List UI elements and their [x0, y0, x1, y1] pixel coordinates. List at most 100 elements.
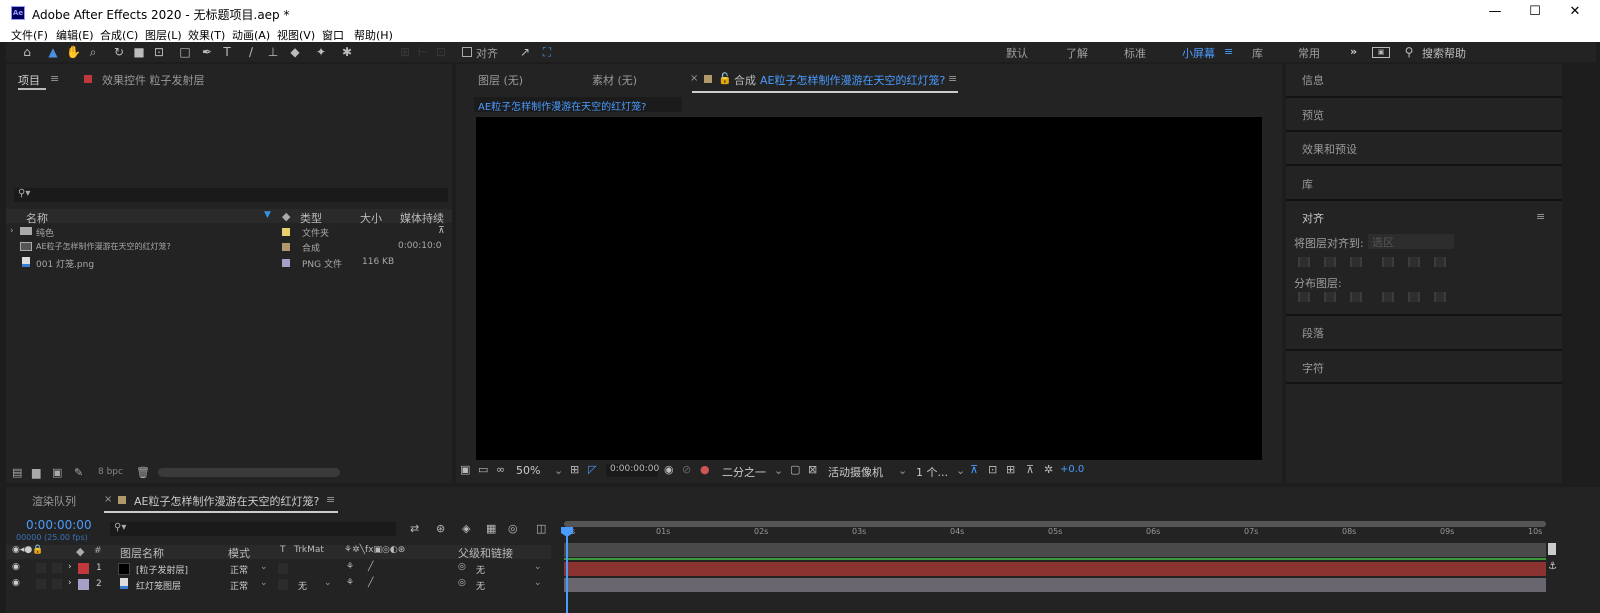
pan-behind-tool-icon[interactable]: ⊡	[152, 45, 166, 59]
preserve-transparency-toggle[interactable]	[278, 563, 288, 574]
panel-character[interactable]: 字符	[1302, 360, 1324, 376]
roto-brush-tool-icon[interactable]: ✦	[314, 45, 328, 59]
workspace-common[interactable]: 常用	[1298, 45, 1320, 61]
snapshot-icon[interactable]: ◉	[664, 463, 674, 476]
resolution-select[interactable]: 二分之一	[722, 464, 766, 480]
close-button[interactable]: ✕	[1560, 4, 1590, 22]
comp-mini-flowchart-icon[interactable]: ⇄	[410, 522, 419, 535]
project-item-row[interactable]: AE粒子怎样制作漫游在天空的红灯笼? 合成 0:00:10:0	[6, 241, 452, 255]
timeline-current-time[interactable]: 0:00:00:00	[26, 518, 92, 532]
tab-composition[interactable]: AE粒子怎样制作漫游在天空的红灯笼?	[760, 72, 945, 88]
chevron-down-icon[interactable]: ⌄	[898, 464, 907, 477]
shy-switch-icon[interactable]: ⚘	[346, 578, 354, 588]
maximize-button[interactable]: ☐	[1520, 4, 1550, 22]
camera-select[interactable]: 活动摄像机	[828, 464, 883, 480]
show-snapshot-icon[interactable]: ⊘	[682, 463, 691, 476]
tab-render-queue[interactable]: 渲染队列	[32, 493, 76, 509]
pick-whip-icon[interactable]: ◎	[458, 562, 466, 572]
expand-arrow-icon[interactable]: ›	[68, 578, 72, 588]
comp-button-icon[interactable]: ⚓	[1548, 561, 1557, 572]
comp-flowchart-icon[interactable]: ⊞	[1006, 463, 1015, 476]
timeline-icon[interactable]: ⊡	[988, 463, 997, 476]
home-icon[interactable]: ⌂	[20, 45, 34, 59]
column-name[interactable]: 名称	[26, 210, 48, 226]
layer-name[interactable]: [粒子发射层]	[136, 563, 188, 576]
chevron-down-icon[interactable]: ⌄	[554, 464, 563, 477]
viewer-menu-icon[interactable]: ≡	[948, 72, 957, 85]
close-icon[interactable]: ×	[104, 494, 112, 505]
chevron-down-icon[interactable]: ⌄	[956, 464, 965, 477]
lock-icon[interactable]: 🔓	[718, 72, 732, 85]
work-area-end-icon[interactable]	[1548, 543, 1556, 555]
fast-preview-icon[interactable]: ⊼	[970, 463, 978, 476]
flowchart-icon[interactable]: ⊼	[1026, 463, 1034, 476]
flowchart-icon[interactable]: ⊼	[438, 226, 445, 236]
pick-whip-icon[interactable]: ◎	[458, 578, 466, 588]
minimize-button[interactable]: —	[1480, 4, 1510, 22]
composition-canvas[interactable]	[476, 117, 1262, 460]
distribute-bottom-icon[interactable]	[1350, 292, 1362, 302]
rotate-tool-icon[interactable]: ↻	[112, 45, 126, 59]
interpret-footage-icon[interactable]: ▤	[12, 466, 22, 479]
selection-tool-icon[interactable]: ▲	[46, 45, 60, 59]
help-search-input[interactable]: 搜索帮助	[1422, 45, 1466, 61]
shy-layers-icon[interactable]: ◈	[462, 522, 470, 535]
align-to-select[interactable]: 选区	[1368, 234, 1454, 249]
workspace-learn[interactable]: 了解	[1066, 45, 1088, 61]
comp-tab-prefix[interactable]: 合成	[734, 72, 756, 88]
distribute-top-icon[interactable]	[1298, 292, 1310, 302]
close-icon[interactable]: ×	[690, 73, 698, 84]
clone-stamp-tool-icon[interactable]: ⊥	[266, 45, 280, 59]
panel-align-title[interactable]: 对齐	[1302, 210, 1324, 226]
snap-icon[interactable]: ↗	[518, 45, 532, 59]
column-trkmat[interactable]: TrkMat	[294, 545, 324, 555]
graph-editor-icon[interactable]: ◫	[536, 522, 546, 535]
project-settings-icon[interactable]: ✎	[74, 466, 83, 479]
panel-effects-presets[interactable]: 效果和预设	[1302, 141, 1357, 157]
current-time[interactable]: 0:00:00:00	[606, 464, 659, 477]
expand-arrow-icon[interactable]: ›	[68, 562, 72, 572]
hand-tool-icon[interactable]: ✋	[66, 45, 81, 59]
tab-layer[interactable]: 图层 (无)	[478, 72, 523, 88]
align-left-icon[interactable]	[1298, 257, 1310, 267]
transparency-grid-icon[interactable]: ⊠	[808, 463, 817, 476]
screen-icon[interactable]: ▣	[1372, 47, 1390, 58]
eye-icon[interactable]: ◉	[12, 562, 20, 572]
chevron-down-icon[interactable]: ⌄	[260, 578, 268, 588]
zoom-tool-icon[interactable]: ⌕	[86, 45, 100, 59]
always-preview-icon[interactable]: ▣	[460, 463, 470, 476]
menu-window[interactable]: 窗口	[322, 27, 344, 43]
quality-switch-icon[interactable]: ╱	[368, 578, 373, 588]
shy-switch-icon[interactable]: ⚘	[346, 562, 354, 572]
pen-tool-icon[interactable]: ✒	[200, 45, 214, 59]
chevron-down-icon[interactable]: ⌄	[534, 562, 542, 572]
align-right-icon[interactable]	[1350, 257, 1362, 267]
audio-toggle[interactable]	[36, 563, 46, 573]
views-select[interactable]: 1 个...	[916, 464, 948, 480]
monitor-icon[interactable]: ▭	[478, 463, 488, 476]
menu-effect[interactable]: 效果(T)	[188, 27, 225, 43]
layer-bar[interactable]	[564, 562, 1546, 576]
layer-row[interactable]: ◉ › 1 [粒子发射层] 正常 ⌄ ⚘ ╱ ◎ 无 ⌄	[6, 562, 551, 576]
timeline-menu-icon[interactable]: ≡	[326, 493, 335, 506]
audio-toggle[interactable]	[36, 579, 46, 589]
layer-mode-select[interactable]: 正常	[230, 579, 248, 592]
exposure-value[interactable]: +0.0	[1060, 464, 1084, 475]
menu-edit[interactable]: 编辑(E)	[56, 27, 94, 43]
distribute-right-icon[interactable]	[1434, 292, 1446, 302]
brush-tool-icon[interactable]: ∕	[244, 45, 258, 59]
column-duration[interactable]: 媒体持续	[400, 210, 444, 226]
comp-breadcrumb[interactable]: AE粒子怎样制作漫游在天空的红灯笼?	[474, 97, 682, 113]
menu-view[interactable]: 视图(V)	[277, 27, 315, 43]
align-checkbox[interactable]	[462, 47, 472, 57]
label-swatch[interactable]	[78, 579, 89, 590]
trash-icon[interactable]: 🗑	[136, 466, 150, 479]
workspace-default[interactable]: 默认	[1006, 45, 1028, 61]
playhead[interactable]	[566, 527, 568, 613]
menu-composition[interactable]: 合成(C)	[100, 27, 138, 43]
parent-select[interactable]: 无	[476, 563, 485, 576]
tab-effect-controls[interactable]: 效果控件 粒子发射层	[102, 72, 205, 88]
tab-footage[interactable]: 素材 (无)	[592, 72, 637, 88]
panel-info[interactable]: 信息	[1302, 72, 1324, 88]
column-mode[interactable]: 模式	[228, 545, 250, 561]
